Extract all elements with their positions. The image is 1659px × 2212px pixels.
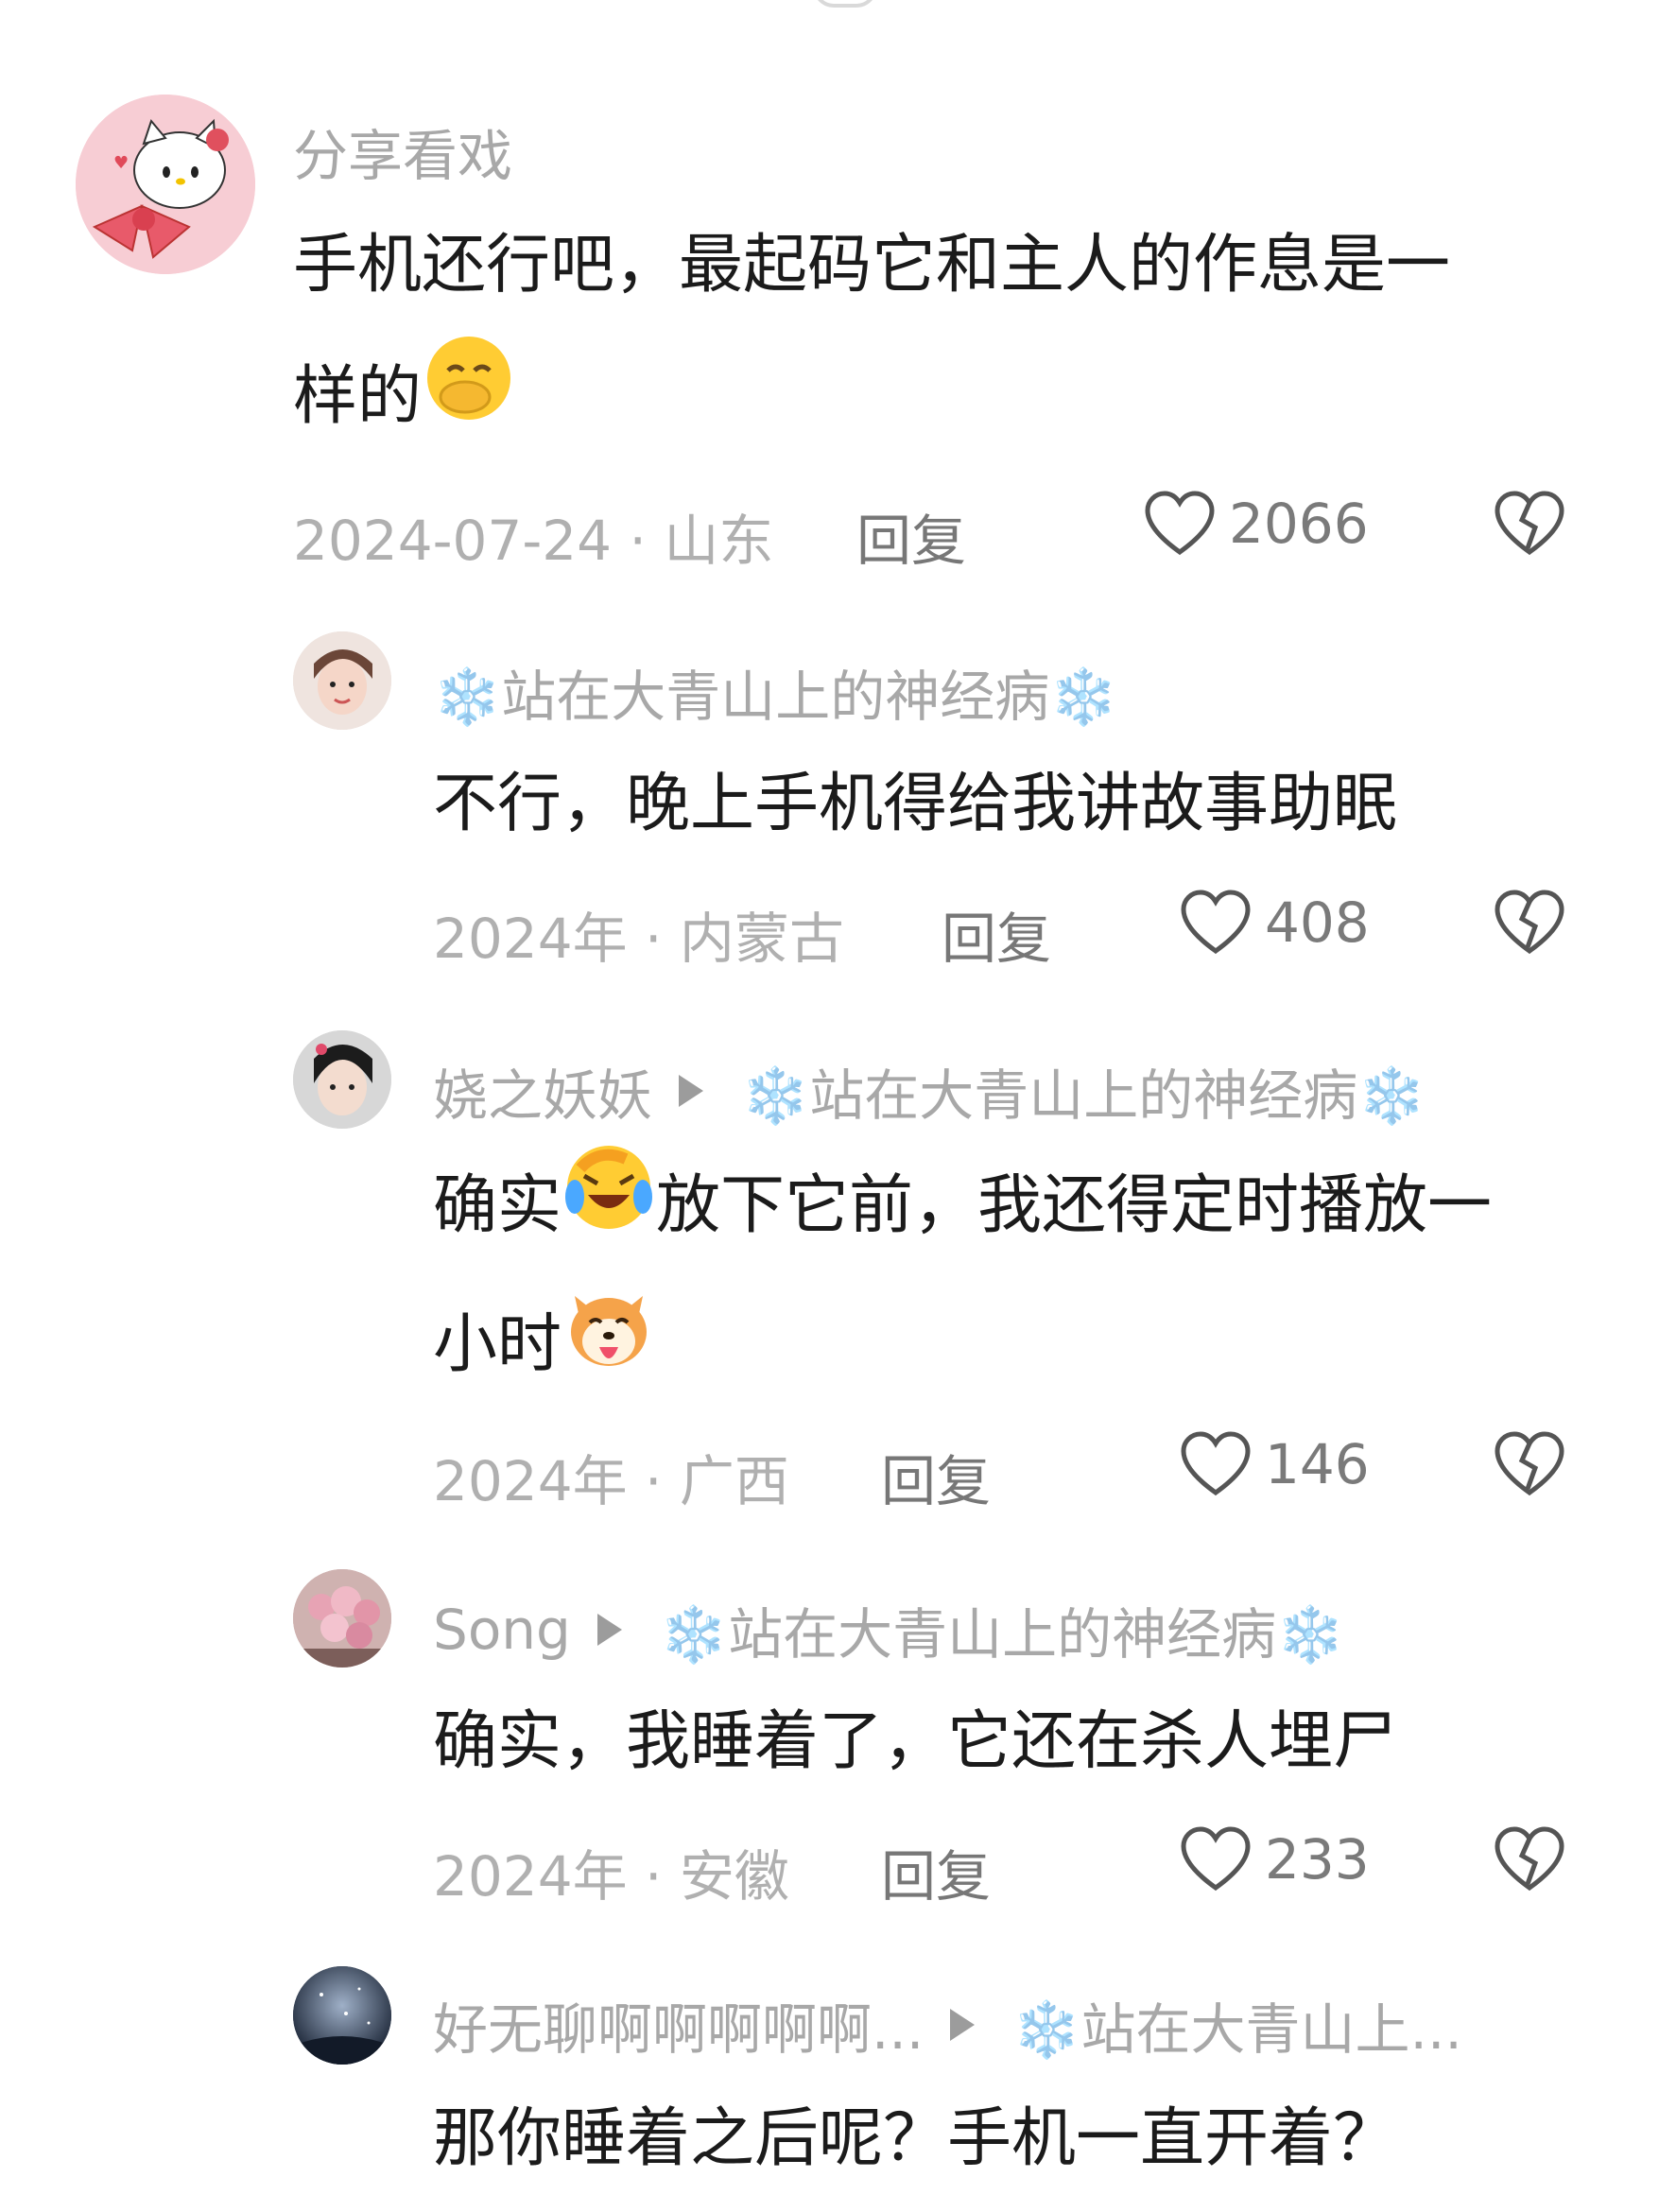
reply-author[interactable]: Song	[433, 1598, 571, 1662]
reply-button[interactable]: 回复	[856, 496, 966, 576]
like-button[interactable]: 2066	[1144, 490, 1369, 558]
reply-to-author[interactable]: ❄️站在大青山上的神经病❄️	[741, 1051, 1426, 1131]
like-count: 146	[1265, 1432, 1370, 1496]
avatar[interactable]	[293, 631, 391, 730]
play-triangle-icon	[950, 2009, 976, 2041]
reply-header: 娆之妖妖 ❄️站在大青山上的神经病❄️	[433, 1051, 1426, 1131]
like-count: 408	[1265, 890, 1370, 955]
like-button[interactable]: 233	[1180, 1825, 1370, 1893]
play-triangle-icon	[679, 1075, 704, 1107]
reply-meta: 2024年 · 安徽	[433, 1844, 789, 1909]
shiba-tongue-emoji-icon	[562, 1279, 656, 1418]
hand-over-mouth-emoji-icon	[422, 331, 516, 470]
comment-text-line: 样的	[293, 331, 1450, 470]
heart-outline-icon	[1181, 890, 1251, 955]
avatar[interactable]: ♥	[76, 95, 255, 274]
comment-author[interactable]: 分享看戏	[293, 112, 512, 191]
comment-item: ♥ 分享看戏 手机还行吧，最起码它和主人的作息是一 样的 2024-07-24 …	[0, 0, 1659, 605]
reply-meta: 2024年 · 内蒙古	[433, 907, 844, 971]
reply-header: 好无聊啊啊啊啊啊... ❄️站在大青山上...	[433, 1985, 1462, 2065]
reply-date: 2024年	[433, 907, 628, 971]
reply-location: 内蒙古	[679, 907, 844, 971]
reply-text: 那你睡着之后呢？手机一直开着？	[433, 2101, 1398, 2176]
heart-outline-icon	[1181, 1826, 1251, 1892]
broken-heart-icon[interactable]	[1494, 1430, 1565, 1498]
reply-location: 安徽	[679, 1844, 789, 1909]
reply-to-author[interactable]: ❄️站在大青山上...	[1012, 1985, 1462, 2065]
comment-text-line: 手机还行吧，最起码它和主人的作息是一	[293, 228, 1451, 302]
reply-meta: 2024年 · 广西	[433, 1449, 789, 1513]
play-triangle-icon	[596, 1614, 622, 1646]
reply-date: 2024年	[433, 1844, 628, 1909]
reply-text: 确实，我睡着了，它还在杀人埋尸	[433, 1704, 1398, 1779]
reply-text: 确实 放下它前，我还得定时播放一 小时	[433, 1140, 1492, 1418]
reply-text-line: 小时	[433, 1279, 1492, 1418]
comment-text: 手机还行吧，最起码它和主人的作息是一 样的	[293, 200, 1450, 470]
avatar[interactable]	[293, 1030, 391, 1129]
like-button[interactable]: 146	[1180, 1430, 1370, 1498]
comment-date: 2024-07-24	[293, 509, 613, 573]
reply-author[interactable]: 好无聊啊啊啊啊啊...	[433, 1985, 924, 2065]
like-count: 2066	[1229, 492, 1369, 556]
reply-location: 广西	[679, 1449, 789, 1513]
reply-to-author[interactable]: ❄️站在大青山上的神经病❄️	[660, 1590, 1344, 1669]
like-button[interactable]: 408	[1180, 889, 1370, 957]
broken-heart-icon[interactable]	[1494, 889, 1565, 957]
broken-heart-icon[interactable]	[1494, 1825, 1565, 1893]
reply-text-line: 确实 放下它前，我还得定时播放一	[433, 1140, 1492, 1279]
avatar[interactable]	[293, 1569, 391, 1668]
reply-button[interactable]: 回复	[881, 1832, 991, 1911]
heart-outline-icon	[1145, 491, 1215, 556]
broken-heart-icon[interactable]	[1494, 490, 1565, 558]
reply-button[interactable]: 回复	[942, 894, 1051, 974]
reply-header: Song ❄️站在大青山上的神经病❄️	[433, 1590, 1344, 1669]
reply-date: 2024年	[433, 1449, 628, 1513]
reply-author[interactable]: 娆之妖妖	[433, 1051, 652, 1131]
reply-button[interactable]: 回复	[881, 1437, 991, 1516]
reply-text: 不行，晚上手机得给我讲故事助眠	[433, 767, 1398, 841]
svg-text:♥: ♥	[113, 153, 129, 173]
comment-location: 山东	[664, 509, 774, 573]
heart-outline-icon	[1181, 1431, 1251, 1496]
reply-author[interactable]: ❄️站在大青山上的神经病❄️	[433, 652, 1117, 732]
like-count: 233	[1265, 1827, 1370, 1892]
comment-meta: 2024-07-24 · 山东	[293, 509, 774, 573]
crying-laughing-emoji-icon	[562, 1140, 656, 1279]
avatar[interactable]	[293, 1966, 391, 2065]
